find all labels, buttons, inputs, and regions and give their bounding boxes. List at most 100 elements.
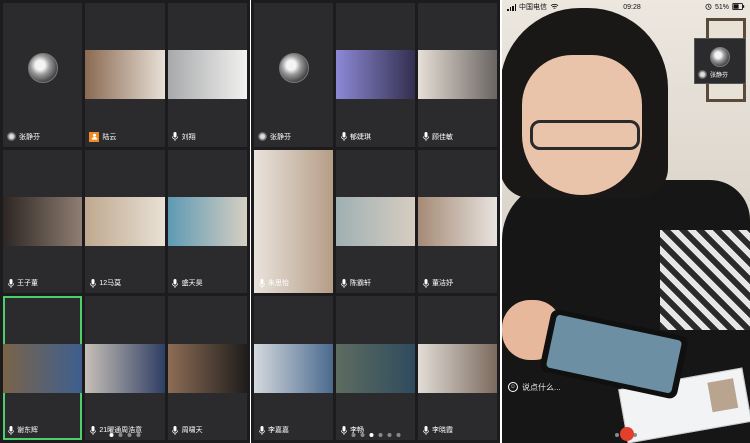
participant-name: 盛天昊 <box>181 280 203 288</box>
participant-tile[interactable]: 陆云 <box>85 3 165 147</box>
participant-label: 李嘉嘉 <box>258 424 289 436</box>
participant-video <box>418 197 497 246</box>
person-sleeve <box>660 230 750 330</box>
participant-video <box>3 197 83 246</box>
participant-tile-active[interactable]: 朱思怡 <box>254 149 333 294</box>
participant-video <box>167 50 247 100</box>
participant-tile-active[interactable]: 谢东辉 <box>3 296 83 440</box>
participant-tile[interactable]: 李晓霞 <box>418 296 497 440</box>
participant-video <box>254 343 333 393</box>
participant-tile[interactable]: 12马莫 <box>85 149 165 294</box>
participant-tile[interactable]: 王子董 <box>3 149 83 294</box>
participant-name: 刘翔 <box>181 133 196 141</box>
participant-video <box>167 343 247 393</box>
participant-label: 张静芬 <box>698 68 728 80</box>
participant-label: 朱思怡 <box>258 277 289 289</box>
participant-name: 李嘉嘉 <box>268 427 289 434</box>
page-indicator[interactable] <box>351 433 400 437</box>
participant-tile[interactable]: 张静芬 <box>254 3 333 147</box>
participant-name: 陆云 <box>102 133 117 141</box>
page-dot[interactable] <box>136 433 141 437</box>
participant-tile[interactable]: 李嘉嘉 <box>254 296 333 440</box>
participant-label: 李晓霞 <box>422 424 453 436</box>
person-glasses <box>530 120 640 150</box>
battery-icon <box>732 2 745 12</box>
status-left: 中国电信 <box>507 2 559 12</box>
participant-mini-avatar <box>7 132 16 142</box>
participant-tile[interactable]: 郁婕琪 <box>336 3 415 147</box>
participant-tile[interactable]: 21曜通周浩意 <box>85 296 165 440</box>
participant-tile[interactable]: 周啸天 <box>167 296 247 440</box>
wifi-icon <box>550 3 559 12</box>
participant-video <box>336 197 415 246</box>
participant-tile[interactable]: 盛天昊 <box>167 149 247 294</box>
comment-input[interactable]: ☺ 说点什么... <box>508 380 561 394</box>
page-dot[interactable] <box>369 433 373 437</box>
participant-label: 王子董 <box>7 277 38 289</box>
participant-video <box>254 149 333 294</box>
mute-button[interactable] <box>620 427 634 441</box>
mic-icon <box>422 278 429 288</box>
mic-icon <box>422 132 429 142</box>
participant-video <box>418 343 497 393</box>
participant-name: 张静芬 <box>710 72 729 79</box>
participant-video <box>167 197 247 246</box>
participant-label: 陆云 <box>89 131 116 143</box>
page-dot[interactable] <box>396 433 400 437</box>
self-preview-pip[interactable]: 张静芬 <box>694 38 746 84</box>
participant-grid: 张静芬 郁婕琪 顾佳敏 朱思怡 陈霸轩 董洁妤 李嘉嘉 李畅 李晓霞 <box>254 3 497 440</box>
mic-icon <box>340 425 347 435</box>
participant-tile[interactable]: 董洁妤 <box>418 149 497 294</box>
participant-name: 张静芬 <box>270 133 291 141</box>
participant-avatar <box>710 47 730 68</box>
mic-icon <box>172 278 179 288</box>
page-dot[interactable] <box>109 433 114 437</box>
participant-video <box>85 197 165 246</box>
participant-name: 郁婕琪 <box>350 133 371 141</box>
participant-mini-avatar <box>258 132 267 142</box>
page-dot[interactable] <box>351 433 355 437</box>
comment-placeholder: 说点什么... <box>522 382 561 392</box>
mic-icon <box>172 132 179 142</box>
alarm-icon <box>705 3 712 12</box>
participant-video <box>418 50 497 100</box>
page-dot[interactable] <box>118 433 123 437</box>
mic-icon <box>258 278 265 288</box>
participant-tile[interactable]: 李畅 <box>336 296 415 440</box>
id-card-photo <box>707 378 739 413</box>
page-dot[interactable] <box>615 433 619 437</box>
participant-name: 顾佳敏 <box>432 133 453 141</box>
participant-tile[interactable]: 张静芬 <box>3 3 83 147</box>
fullscreen-video-view[interactable]: 中国电信 09:28 51% 张静芬 ☺ 说点什么... <box>502 0 750 443</box>
participant-name: 张静芬 <box>19 133 40 141</box>
carrier-label: 中国电信 <box>519 4 547 11</box>
participant-tile[interactable]: 顾佳敏 <box>418 3 497 147</box>
page-dot[interactable] <box>387 433 391 437</box>
participant-avatar <box>278 52 309 83</box>
user-icon <box>89 131 100 142</box>
participant-name: 谢东辉 <box>17 427 38 434</box>
emoji-icon[interactable]: ☺ <box>508 382 518 392</box>
clock: 09:28 <box>623 3 641 11</box>
participant-name: 朱思怡 <box>268 280 289 288</box>
participant-avatar <box>27 52 58 83</box>
participant-tile[interactable]: 陈霸轩 <box>336 149 415 294</box>
participant-label: 陈霸轩 <box>340 277 371 289</box>
status-right: 51% <box>705 2 745 12</box>
battery-label: 51% <box>714 3 729 11</box>
participant-label: 刘翔 <box>172 131 196 143</box>
page-dot[interactable] <box>360 433 364 437</box>
participant-label: 董洁妤 <box>422 277 453 289</box>
participant-label: 张静芬 <box>7 131 40 143</box>
participant-video <box>336 50 415 100</box>
page-dot[interactable] <box>127 433 132 437</box>
participant-label: 周啸天 <box>172 424 203 436</box>
participant-label: 郁婕琪 <box>340 131 371 143</box>
mic-icon <box>340 132 347 142</box>
participant-video <box>336 343 415 393</box>
mic-icon <box>7 278 14 288</box>
page-indicator[interactable] <box>109 433 141 437</box>
participant-label: 盛天昊 <box>172 277 203 289</box>
page-dot[interactable] <box>378 433 382 437</box>
participant-tile[interactable]: 刘翔 <box>167 3 247 147</box>
